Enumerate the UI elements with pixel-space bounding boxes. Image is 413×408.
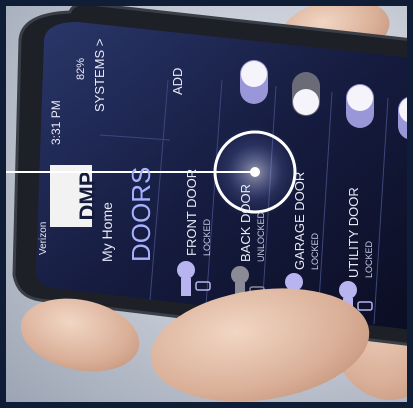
toggle-utility-door[interactable] (398, 96, 413, 140)
photo-frame: DMP 3:31 PM 82% Verizon SYSTEMS > ADD My… (0, 0, 413, 408)
add-button[interactable]: ADD (170, 68, 185, 95)
status-carrier: Verizon (38, 222, 49, 255)
door-name-back: BACK DOOR (238, 184, 253, 262)
door-name-utility: UTILITY DOOR (346, 187, 361, 278)
door-status-front: LOCKED (202, 218, 212, 256)
status-battery: 82% (75, 58, 87, 80)
door-name-front: FRONT DOOR (184, 169, 199, 256)
door-status-back: UNLOCKED (256, 211, 266, 262)
systems-link[interactable]: SYSTEMS > (92, 39, 107, 112)
toggle-garage-door[interactable] (346, 84, 374, 128)
brand-logo: DMP (50, 165, 100, 227)
toggle-front-door[interactable] (240, 60, 268, 104)
page-title: DOORS (126, 167, 156, 262)
status-time: 3:31 PM (49, 100, 63, 145)
door-status-garage: LOCKED (310, 232, 320, 270)
door-name-garage: GARAGE DOOR (292, 172, 307, 270)
toggle-back-door[interactable] (292, 72, 320, 116)
home-label: My Home (99, 202, 115, 262)
door-status-utility: LOCKED (364, 240, 374, 278)
brand-text: DMP (75, 172, 100, 221)
